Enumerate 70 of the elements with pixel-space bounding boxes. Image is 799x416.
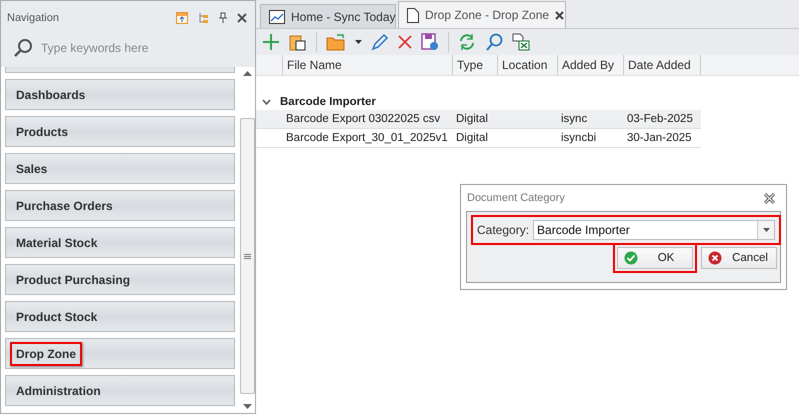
save-icon[interactable] [421,33,439,51]
nav-item[interactable]: Product Stock [5,301,235,332]
nav-item[interactable]: Material Stock [5,227,235,258]
refresh-icon[interactable] [458,33,476,51]
category-dropdown[interactable]: Barcode Importer [533,220,775,240]
nav-label: Dashboards [15,86,86,104]
table-cell-text: isyncbi [560,131,598,146]
table-row[interactable]: Barcode Export 03022025 csv Digital isync 03-Feb-2025 [256,110,701,129]
nav-item[interactable]: Products [5,116,235,147]
scroll-up-icon[interactable] [242,71,252,76]
table-cell-text: 30-Jan-2025 [626,131,693,146]
add-icon[interactable] [262,33,280,51]
nav-label: Product Purchasing [15,272,132,288]
nav-item[interactable]: Purchase Orders [5,190,235,221]
nav-item[interactable]: Administration [5,375,235,406]
column-header[interactable]: Type [452,55,497,75]
clipboard-icon[interactable] [289,33,307,51]
table-cell-text: Digital [455,112,489,127]
table-cell-text: Barcode Export 03022025 csv [285,112,442,127]
checkmark-icon [624,251,638,265]
nav-label: Purchase Orders [15,198,114,214]
tree-icon[interactable] [197,12,209,24]
tab[interactable]: Home - Sync Today [260,4,396,28]
close-icon[interactable] [764,192,775,204]
excel-export-icon[interactable] [512,33,530,51]
table-row[interactable]: Barcode Export_30_01_2025v1 Digital isyncbi 30-Jan-2025 [256,129,701,148]
nav-label: Drop Zone [10,342,82,366]
scroll-thumb[interactable] [240,118,254,394]
column-header[interactable]: File Name [282,55,452,75]
group-row[interactable]: Barcode Importer [256,94,799,110]
chart-icon [269,10,285,24]
nav-label: Products [15,124,70,140]
nav-item[interactable]: Product Purchasing [5,264,235,295]
nav-label: Product Stock [15,308,98,326]
close-icon[interactable] [555,10,564,20]
category-label: Category: [477,223,530,237]
table-cell-text: 03-Feb-2025 [626,112,694,127]
cancel-icon [708,251,722,265]
cancel-button[interactable]: Cancel [701,247,777,269]
scroll-down-icon[interactable] [242,404,252,409]
caret-icon[interactable] [762,228,770,232]
layout-icon[interactable] [176,12,188,24]
panel-title: Navigation [7,12,60,24]
pin-icon[interactable] [218,12,228,24]
column-header[interactable]: Added By [557,55,623,75]
folder-icon[interactable] [326,33,346,51]
pencil-icon[interactable] [371,33,389,51]
search-field[interactable]: Type keywords here [41,41,221,55]
delete-icon[interactable] [398,35,412,49]
column-header[interactable]: Location [497,55,557,75]
table-cell-text: Barcode Export_30_01_2025v1 [285,131,449,146]
search-icon[interactable] [485,33,503,51]
search-icon [13,38,33,58]
chevron-down-icon[interactable] [262,99,271,105]
close-icon[interactable] [237,13,247,23]
table-cell-text: isync [560,112,588,127]
document-icon [407,8,419,22]
grip-icon [244,254,250,258]
dialog-title: Document Category [467,192,565,204]
nav-item[interactable]: Dashboards [5,79,235,110]
tab[interactable]: Drop Zone - Drop Zone [398,1,566,28]
nav-label: Sales [15,160,48,178]
caret-icon[interactable] [355,40,362,44]
nav-label: Administration [15,382,102,400]
table-cell-text: Digital [455,131,489,146]
nav-item[interactable]: Drop Zone [5,338,235,369]
ok-button[interactable]: OK [617,247,693,269]
column-header[interactable]: Date Added [623,55,701,75]
nav-item[interactable]: Sales [5,153,235,184]
nav-label: Material Stock [15,234,98,252]
